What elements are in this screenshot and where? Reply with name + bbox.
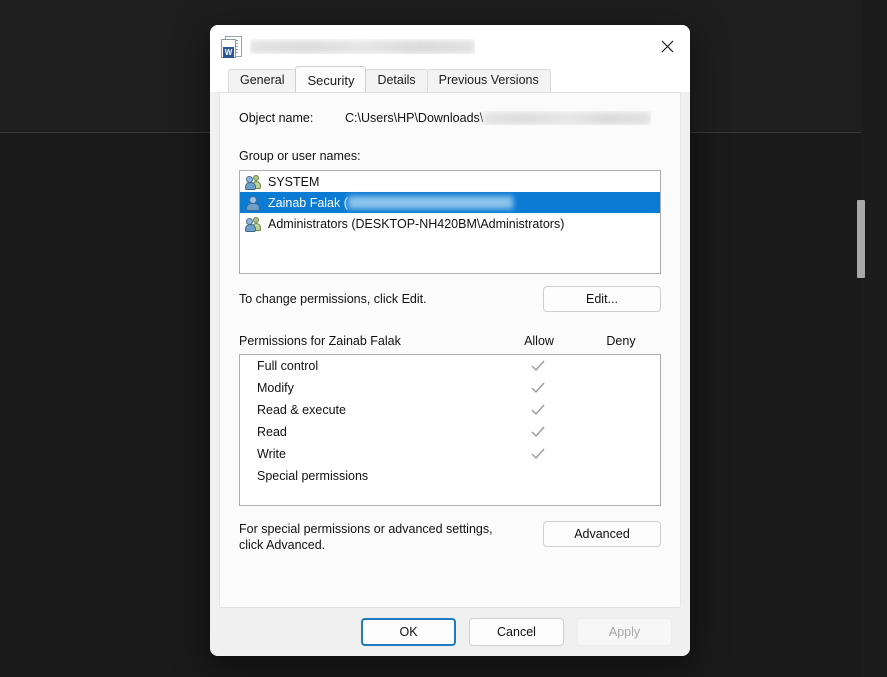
table-row[interactable]: Full control bbox=[240, 355, 660, 377]
table-row[interactable]: Modify bbox=[240, 377, 660, 399]
permission-allow-check bbox=[496, 425, 580, 439]
tab-previous-versions[interactable]: Previous Versions bbox=[426, 69, 551, 92]
permission-name: Modify bbox=[257, 381, 294, 396]
edit-hint-text: To change permissions, click Edit. bbox=[239, 292, 427, 307]
permission-allow-check bbox=[496, 447, 580, 461]
dialog-title: Tool Tool Condition With Swift Propertie… bbox=[250, 39, 475, 54]
permissions-allow-header: Allow bbox=[524, 334, 554, 349]
permission-allow-check bbox=[496, 403, 580, 417]
file-properties-dialog: W Tool Tool Condition With Swift Propert… bbox=[210, 25, 690, 656]
dialog-footer: OK Cancel Apply bbox=[210, 608, 690, 656]
group-icon bbox=[245, 216, 262, 232]
list-item-label: Zainab Falak ( bbox=[268, 195, 348, 210]
object-name-row: Object name: C:\Users\HP\Downloads\ bbox=[239, 111, 661, 126]
permission-name: Full control bbox=[257, 359, 319, 374]
permission-name: Read & execute bbox=[257, 403, 346, 418]
advanced-hint-line2: click Advanced. bbox=[239, 538, 326, 553]
tab-details[interactable]: Details bbox=[365, 69, 428, 92]
permission-name: Read bbox=[257, 425, 287, 440]
advanced-settings-row: For special permissions or advanced sett… bbox=[239, 521, 661, 553]
group-icon bbox=[245, 174, 262, 190]
permissions-deny-header: Deny bbox=[606, 334, 636, 349]
object-name-path: C:\Users\HP\Downloads\ bbox=[345, 111, 484, 125]
table-row[interactable]: Read & execute bbox=[240, 399, 660, 421]
object-name-value: C:\Users\HP\Downloads\ bbox=[345, 111, 652, 126]
table-row[interactable]: Read bbox=[240, 421, 660, 443]
dialog-titlebar: W Tool Tool Condition With Swift Propert… bbox=[210, 25, 690, 68]
list-item-label: Administrators (DESKTOP-NH420BM\Administ… bbox=[268, 216, 565, 231]
table-row[interactable]: Write bbox=[240, 443, 660, 465]
permission-name: Write bbox=[257, 447, 286, 462]
user-icon bbox=[245, 195, 262, 211]
permission-allow-check bbox=[496, 359, 580, 373]
permissions-header: Permissions for Zainab Falak Allow Deny bbox=[239, 334, 661, 348]
advanced-hint-text: For special permissions or advanced sett… bbox=[239, 521, 493, 553]
window-scrollbar-thumb[interactable] bbox=[857, 200, 865, 278]
edit-permissions-row: To change permissions, click Edit. Edit.… bbox=[239, 286, 661, 313]
object-name-label: Object name: bbox=[239, 111, 314, 125]
permissions-title: Permissions for Zainab Falak bbox=[239, 334, 401, 349]
ok-button[interactable]: OK bbox=[361, 618, 456, 646]
edit-button[interactable]: Edit... bbox=[543, 286, 661, 313]
tab-strip: General Security Details Previous Versio… bbox=[210, 66, 690, 92]
close-icon[interactable] bbox=[644, 25, 690, 68]
list-item[interactable]: Zainab Falak ( bbox=[240, 192, 660, 214]
table-row[interactable]: Special permissions bbox=[240, 465, 660, 487]
dialog-title-text: Tool Tool Condition With Swift Propertie… bbox=[250, 39, 475, 54]
security-tab-panel: Object name: C:\Users\HP\Downloads\ Grou… bbox=[219, 92, 681, 608]
list-item[interactable]: SYSTEM bbox=[240, 171, 660, 192]
apply-button: Apply bbox=[577, 618, 672, 646]
list-item[interactable]: Administrators (DESKTOP-NH420BM\Administ… bbox=[240, 213, 660, 234]
group-or-user-names-list[interactable]: SYSTEM Zainab Falak ( Administrators (DE… bbox=[239, 170, 661, 275]
advanced-button[interactable]: Advanced bbox=[543, 521, 661, 548]
group-or-user-names-label: Group or user names: bbox=[239, 149, 361, 164]
tab-security[interactable]: Security bbox=[295, 66, 367, 92]
word-document-icon: W bbox=[221, 35, 242, 58]
advanced-hint-line1: For special permissions or advanced sett… bbox=[239, 522, 493, 537]
permissions-table[interactable]: Full control Modify Read & execute Read … bbox=[239, 354, 661, 507]
object-name-filename-redacted bbox=[483, 112, 652, 126]
permission-allow-check bbox=[496, 381, 580, 395]
window-scrollbar-track[interactable] bbox=[857, 0, 876, 677]
list-item-label: SYSTEM bbox=[268, 174, 320, 189]
cancel-button[interactable]: Cancel bbox=[469, 618, 564, 646]
permission-name: Special permissions bbox=[257, 469, 369, 484]
tab-general[interactable]: General bbox=[228, 69, 297, 92]
list-item-domain-redacted bbox=[347, 196, 513, 210]
